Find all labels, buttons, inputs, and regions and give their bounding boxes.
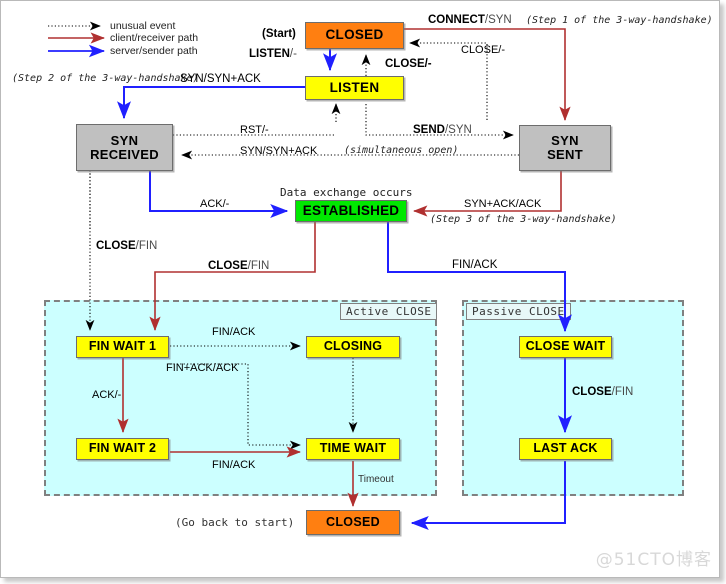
state-label: FIN WAIT 1 [88,339,157,354]
annotation-step2: (Step 2 of the 3-way-handshake) [12,73,199,84]
transition-label-synack-ack: SYN+ACK/ACK [464,198,542,210]
state-label: ESTABLISHED [302,202,400,218]
state-closed-top[interactable]: CLOSED [305,22,404,49]
action-text: /FIN [611,386,634,398]
state-label: LAST ACK [533,441,598,456]
state-label: TIME WAIT [319,441,387,456]
state-syn-sent[interactable]: SYN SENT [519,125,611,171]
event-text: CLOSE [96,240,136,252]
arrow-listen-to-syn-received [117,86,305,120]
transition-label-ack-dash-fin-wait: ACK/- [92,389,122,401]
transition-label-close-fin-left: CLOSE/FIN [96,240,157,252]
annotation-go-back-to-start: (Go back to start) [175,516,295,529]
annotation-step1: (Step 1 of the 3-way-handshake) [526,15,713,26]
transition-label-ack-dash-established: ACK/- [200,198,230,210]
annotation-data-exchange: Data exchange occurs [280,186,413,199]
action-text: /SYN [444,124,472,136]
transition-label-send-syn: SEND/SYN [413,124,472,136]
event-text: CLOSE [572,386,612,398]
state-label-line2: RECEIVED [90,146,159,162]
state-listen[interactable]: LISTEN [305,76,404,100]
event-text: CLOSE [208,260,248,272]
arrow-closed-to-syn-sent [404,28,571,121]
annotation-start: (Start) [262,28,296,40]
transition-label-syn-synack-simultaneous: SYN/SYN+ACK [240,145,318,157]
action-text: /SYN [484,14,512,26]
state-label: CLOSE WAIT [525,339,606,354]
transition-label-rst-dash: RST/- [240,124,269,136]
state-close-wait[interactable]: CLOSE WAIT [519,336,612,358]
event-text: SEND [413,124,445,136]
annotation-step3: (Step 3 of the 3-way-handshake) [430,214,617,225]
action-text: /FIN [247,260,270,272]
state-label: LISTEN [329,79,380,95]
transition-label-close-fin-mid: CLOSE/FIN [208,260,269,272]
annotation-simultaneous-open: (simultaneous open) [344,145,459,156]
action-text: /- [289,48,297,60]
group-passive-close [462,300,684,496]
legend-label-client-path: client/receiver path [110,32,199,44]
state-closed-bottom[interactable]: CLOSED [306,510,400,535]
transition-label-listen: LISTEN/- [249,48,297,60]
transition-label-fin-ack-time-wait: FIN/ACK [212,459,256,471]
action-text: /FIN [135,240,158,252]
transition-label-timeout: Timeout [358,474,394,485]
diagram-canvas: Active CLOSE Passive CLOSE CLOSED LISTEN… [0,0,726,584]
transition-label-fin-ack-close-wait: FIN/ACK [452,259,498,271]
transition-label-syn-synack-step2: SYN/SYN+ACK [180,73,261,85]
transition-label-fin-plus-ack-ack: FIN+ACK/ACK [166,362,239,374]
event-text: CONNECT [428,14,485,26]
state-label: CLOSED [326,514,380,529]
tcp-state-diagram-root: Active CLOSE Passive CLOSE CLOSED LISTEN… [0,0,726,584]
legend-label-server-path: server/sender path [110,45,198,57]
state-closing[interactable]: CLOSING [306,336,400,358]
state-fin-wait-1[interactable]: FIN WAIT 1 [76,336,169,358]
state-time-wait[interactable]: TIME WAIT [306,438,400,460]
state-label: CLOSING [323,339,383,354]
transition-label-close-dash-left: CLOSE/- [385,58,432,70]
event-text: LISTEN [249,48,290,60]
transition-label-fin-ack-closing: FIN/ACK [212,326,256,338]
state-last-ack[interactable]: LAST ACK [519,438,612,460]
group-label-passive-close: Passive CLOSE [466,303,571,320]
state-label-line2: SENT [547,147,583,162]
state-label-line1: SYN [110,132,139,148]
state-established[interactable]: ESTABLISHED [295,200,407,222]
transition-label-close-fin-passive: CLOSE/FIN [572,386,633,398]
state-fin-wait-2[interactable]: FIN WAIT 2 [76,438,169,460]
state-label: FIN WAIT 2 [88,441,157,456]
legend-label-unusual-event: unusual event [110,20,176,32]
transition-label-connect-syn: CONNECT/SYN [428,14,512,26]
transition-label-close-dash-top: CLOSE/- [461,44,506,56]
group-label-active-close: Active CLOSE [340,303,438,320]
watermark: @51CTO博客 [595,550,712,570]
state-label: CLOSED [325,27,384,43]
state-syn-received[interactable]: SYN RECEIVED [76,124,173,171]
state-label-line1: SYN [551,133,579,149]
